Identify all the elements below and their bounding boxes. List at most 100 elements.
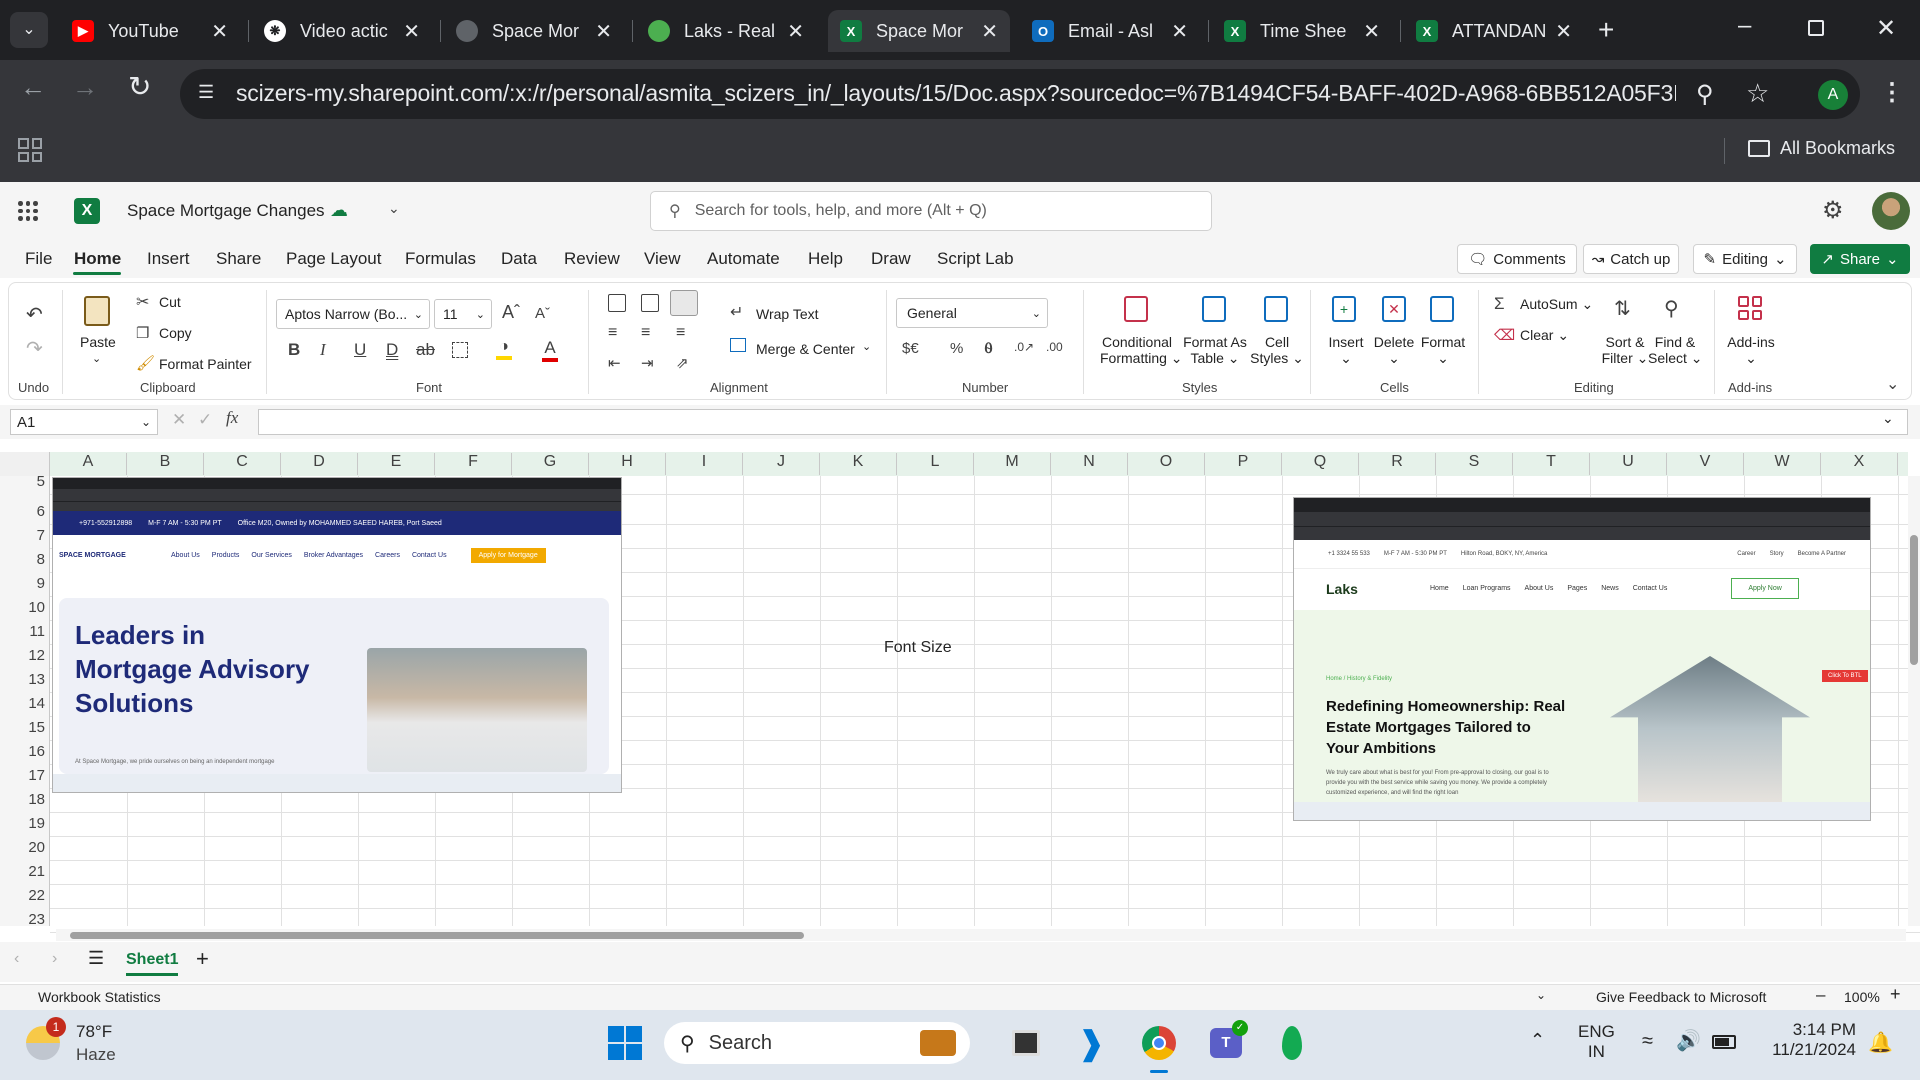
profile-avatar[interactable]: A <box>1818 80 1848 110</box>
column-header[interactable]: C <box>204 453 281 475</box>
column-header[interactable]: V <box>1667 453 1744 475</box>
fill-color-icon[interactable]: ◑ <box>496 338 512 360</box>
cut-button[interactable]: Cut <box>159 294 181 310</box>
menu-page-layout[interactable]: Page Layout <box>286 249 381 269</box>
share-button[interactable]: ↗ Share ⌄ <box>1810 244 1910 274</box>
editing-mode-button[interactable]: ✎ Editing ⌄ <box>1693 244 1797 274</box>
merge-center-button[interactable]: Merge & Center <box>756 341 855 357</box>
paste-icon[interactable] <box>84 296 110 326</box>
enter-formula-icon[interactable]: ✓ <box>198 410 212 430</box>
sheet-tab-sheet1[interactable]: Sheet1 <box>126 951 179 976</box>
taskbar-search[interactable]: ⚲ Search <box>664 1022 970 1064</box>
italic-icon[interactable]: I <box>320 340 326 360</box>
user-avatar[interactable] <box>1872 192 1910 230</box>
format-painter-button[interactable]: Format Painter <box>159 356 252 372</box>
decrease-decimal-icon[interactable]: .00 <box>1046 340 1063 354</box>
close-tab-icon[interactable]: ✕ <box>403 19 420 44</box>
orientation-icon[interactable]: ⇗ <box>676 354 689 372</box>
row-header[interactable]: 21 <box>0 863 50 880</box>
column-header[interactable]: E <box>358 453 435 475</box>
column-header[interactable]: J <box>743 453 820 475</box>
browser-tab-active[interactable]: X Space Mor ✕ <box>828 10 1010 52</box>
column-header[interactable]: A <box>50 453 127 475</box>
browser-tab[interactable]: ❋ Video actic ✕ <box>252 10 432 52</box>
row-header[interactable]: 16 <box>0 743 50 760</box>
clock[interactable]: 3:14 PM 11/21/2024 <box>1756 1020 1856 1060</box>
strikethrough-icon[interactable]: ab <box>416 340 435 360</box>
chrome-menu-icon[interactable]: ⋮ <box>1880 78 1904 107</box>
workbook-statistics-button[interactable]: Workbook Statistics <box>38 989 161 1005</box>
new-tab-button[interactable]: + <box>1598 14 1614 46</box>
column-header[interactable]: G <box>512 453 589 475</box>
percent-icon[interactable]: % <box>950 340 963 357</box>
row-header[interactable]: 11 <box>0 623 50 640</box>
show-hidden-icons[interactable]: ⌃ <box>1530 1030 1545 1051</box>
collapse-ribbon-icon[interactable]: ⌄ <box>1886 374 1899 394</box>
minimize-icon[interactable]: – <box>1738 12 1751 40</box>
row-header[interactable]: 19 <box>0 815 50 832</box>
search-input[interactable]: ⚲ Search for tools, help, and more (Alt … <box>650 191 1212 231</box>
double-underline-icon[interactable]: D <box>386 340 398 360</box>
redo-icon[interactable]: ↷ <box>26 336 43 361</box>
menu-data[interactable]: Data <box>501 249 537 269</box>
close-tab-icon[interactable]: ✕ <box>1171 19 1188 44</box>
increase-decimal-icon[interactable]: .0↗ <box>1014 340 1034 354</box>
align-left-icon[interactable]: ≡ <box>608 324 617 342</box>
task-view-icon[interactable] <box>1012 1030 1040 1056</box>
row-header[interactable]: 23 <box>0 911 50 928</box>
increase-indent-icon[interactable]: ⇥ <box>641 354 654 372</box>
back-icon[interactable]: ← <box>20 72 46 103</box>
row-header[interactable]: 7 <box>0 527 50 544</box>
row-header[interactable]: 20 <box>0 839 50 856</box>
all-bookmarks-button[interactable]: All Bookmarks <box>1748 138 1895 159</box>
row-header[interactable]: 12 <box>0 647 50 664</box>
browser-tab[interactable]: X Time Shee ✕ <box>1212 10 1392 52</box>
embedded-screenshot-laks[interactable]: +1 3324 55 533 M-F 7 AM - 5:30 PM PT Hil… <box>1293 497 1871 821</box>
wifi-icon[interactable]: ≈ <box>1642 1030 1653 1053</box>
align-center-icon[interactable]: ≡ <box>641 324 650 342</box>
embedded-screenshot-space-mortgage[interactable]: +971-552912898 M-F 7 AM - 5:30 PM PT Off… <box>52 477 622 793</box>
menu-view[interactable]: View <box>644 249 681 269</box>
menu-draw[interactable]: Draw <box>871 249 911 269</box>
column-header[interactable]: F <box>435 453 512 475</box>
browser-tab[interactable]: Laks - Real ✕ <box>636 10 816 52</box>
app-launcher-icon[interactable] <box>18 201 38 221</box>
column-header[interactable]: D <box>281 453 358 475</box>
feedback-link[interactable]: Give Feedback to Microsoft <box>1596 989 1766 1005</box>
sort-filter-button[interactable]: Sort & Filter ⌄ <box>1600 334 1650 367</box>
settings-gear-icon[interactable]: ⚙ <box>1822 196 1844 225</box>
battery-icon[interactable] <box>1712 1035 1736 1049</box>
site-info-icon[interactable]: ☰ <box>198 82 224 106</box>
vscode-icon[interactable]: ❱ <box>1078 1024 1105 1062</box>
close-tab-icon[interactable]: ✕ <box>981 19 998 44</box>
menu-formulas[interactable]: Formulas <box>405 249 476 269</box>
add-ins-button[interactable]: Add-ins ⌄ <box>1724 334 1778 367</box>
bookmark-star-icon[interactable]: ☆ <box>1746 78 1769 109</box>
column-header[interactable]: Q <box>1282 453 1359 475</box>
sheet-next-icon[interactable]: › <box>52 950 57 968</box>
comments-button[interactable]: 🗨 Comments <box>1457 244 1577 274</box>
wrap-text-button[interactable]: Wrap Text <box>756 306 819 322</box>
align-top-icon[interactable] <box>608 294 626 312</box>
reload-icon[interactable]: ↻ <box>128 70 151 103</box>
browser-tab[interactable]: ▶ YouTube ✕ <box>60 10 240 52</box>
close-tab-icon[interactable]: ✕ <box>787 19 804 44</box>
insert-cells-button[interactable]: Insert ⌄ <box>1328 334 1364 367</box>
row-header[interactable]: 6 <box>0 503 50 520</box>
close-tab-icon[interactable]: ✕ <box>1363 19 1380 44</box>
column-header[interactable]: O <box>1128 453 1205 475</box>
column-header[interactable]: H <box>589 453 666 475</box>
font-name-select[interactable]: Aptos Narrow (Bo... ⌄ <box>276 299 430 329</box>
zoom-level[interactable]: 100% <box>1844 989 1880 1005</box>
row-header[interactable]: 22 <box>0 887 50 904</box>
horizontal-scroll-thumb[interactable] <box>70 932 804 939</box>
decrease-indent-icon[interactable]: ⇤ <box>608 354 621 372</box>
tab-search-button[interactable]: ⌄ <box>10 12 48 48</box>
expand-formula-icon[interactable]: ⌄ <box>1882 410 1894 427</box>
name-box[interactable]: A1 ⌄ <box>10 409 158 435</box>
autosum-button[interactable]: AutoSum ⌄ <box>1520 296 1593 313</box>
row-header[interactable]: 14 <box>0 695 50 712</box>
row-header[interactable]: 5 <box>0 473 50 490</box>
apps-grid-icon[interactable] <box>18 138 42 162</box>
row-header[interactable]: 17 <box>0 767 50 784</box>
